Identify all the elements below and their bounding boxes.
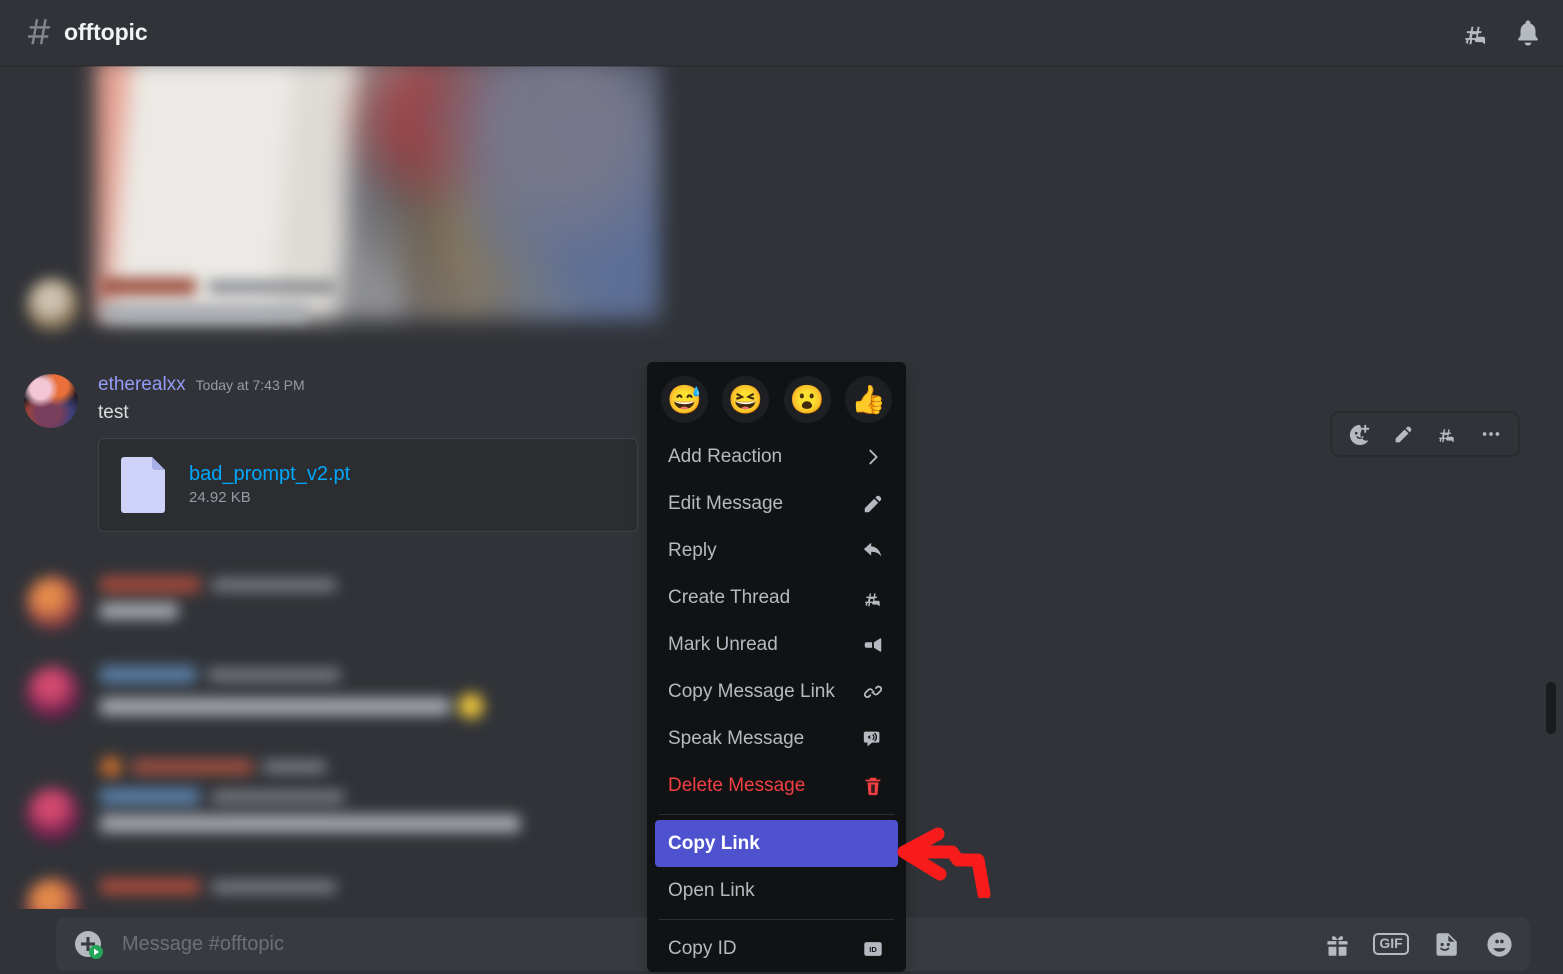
open-mouth-emoji[interactable]: 😮 (783, 376, 831, 423)
pencil-icon (861, 492, 885, 516)
menu-item-add-reaction[interactable]: Add Reaction (655, 433, 898, 480)
menu-item-copy-message-link[interactable]: Copy Message Link (655, 668, 898, 715)
speaker-icon (861, 727, 885, 751)
message-context-menu: 😅 😆 😮 👍 Add Reaction Edit Message Reply Create… (647, 362, 906, 972)
gif-label: GIF (1373, 933, 1409, 955)
redacted-message (26, 666, 586, 744)
channel-title: offtopic (64, 19, 148, 45)
menu-item-label: Speak Message (668, 727, 805, 749)
menu-item-label: Copy Message Link (668, 680, 835, 702)
menu-item-label: Create Thread (668, 586, 791, 608)
menu-item-label: Copy Link (668, 832, 760, 854)
menu-item-label: Edit Message (668, 492, 784, 514)
menu-divider (659, 814, 894, 815)
menu-item-copy-id[interactable]: Copy ID ID (655, 925, 898, 972)
menu-item-reply[interactable]: Reply (655, 527, 898, 574)
menu-item-mark-unread[interactable]: Mark Unread (655, 621, 898, 668)
menu-item-delete-message[interactable]: Delete Message (655, 762, 898, 809)
channel-header: offtopic (0, 0, 1563, 66)
redacted-message (26, 576, 426, 654)
mark-unread-icon (861, 633, 885, 657)
laughing-emoji[interactable]: 😆 (722, 376, 770, 423)
menu-divider (659, 919, 894, 920)
sweat-smile-emoji[interactable]: 😅 (661, 376, 708, 423)
menu-item-label: Copy ID (668, 937, 737, 959)
create-thread-icon[interactable] (1428, 416, 1466, 452)
message-hover-toolbar (1331, 412, 1519, 456)
menu-item-label: Delete Message (668, 774, 806, 796)
file-size-label: 24.92 KB (189, 489, 251, 507)
thread-icon (861, 586, 885, 610)
file-icon (121, 456, 165, 513)
header-actions (1461, 18, 1543, 48)
menu-item-label: Mark Unread (668, 633, 778, 655)
message-author[interactable]: etherealxx (98, 374, 186, 396)
composer-actions: GIF (1322, 929, 1514, 959)
menu-item-label: Reply (668, 539, 717, 561)
gif-icon[interactable]: GIF (1373, 929, 1409, 959)
file-meta: bad_prompt_v2.pt 24.92 KB (189, 463, 350, 506)
threads-icon[interactable] (1461, 18, 1491, 48)
chevron-right-icon (861, 445, 885, 469)
menu-item-edit-message[interactable]: Edit Message (655, 480, 898, 527)
svg-text:ID: ID (869, 945, 877, 954)
bell-icon[interactable] (1513, 18, 1543, 48)
scrollbar-track[interactable] (1543, 136, 1559, 909)
sticker-icon[interactable] (1430, 929, 1460, 959)
menu-item-open-link[interactable]: Open Link (655, 867, 898, 914)
gift-icon[interactable] (1322, 929, 1352, 959)
thumbs-up-emoji[interactable]: 👍 (844, 376, 892, 423)
file-attachment-card[interactable]: bad_prompt_v2.pt 24.92 KB (98, 437, 638, 532)
attach-plus-icon[interactable] (70, 926, 106, 962)
reply-arrow-icon (861, 539, 885, 563)
add-reaction-icon[interactable] (1340, 416, 1378, 452)
hash-icon (24, 18, 54, 48)
quick-reaction-row: 😅 😆 😮 👍 (647, 370, 906, 433)
emoji-icon[interactable] (1484, 929, 1514, 959)
file-name-link[interactable]: bad_prompt_v2.pt (189, 463, 350, 486)
menu-item-label: Add Reaction (668, 445, 783, 467)
id-badge-icon: ID (861, 937, 885, 961)
redacted-message (26, 278, 446, 356)
message-timestamp: Today at 7:43 PM (195, 377, 305, 393)
redacted-message (26, 878, 406, 909)
edit-icon[interactable] (1384, 416, 1422, 452)
avatar[interactable] (24, 374, 78, 428)
menu-item-copy-link[interactable]: Copy Link (655, 820, 898, 867)
scrollbar-thumb[interactable] (1546, 682, 1556, 734)
trash-icon (861, 774, 885, 798)
more-icon[interactable] (1472, 416, 1510, 452)
menu-item-speak-message[interactable]: Speak Message (655, 715, 898, 762)
menu-item-label: Open Link (668, 879, 755, 901)
menu-item-create-thread[interactable]: Create Thread (655, 574, 898, 621)
redacted-message (26, 756, 326, 790)
link-icon (861, 680, 885, 704)
discord-app-window: offtopic etherealxx Today at 7:43 PM tes… (0, 0, 1563, 974)
redacted-message (26, 788, 626, 868)
